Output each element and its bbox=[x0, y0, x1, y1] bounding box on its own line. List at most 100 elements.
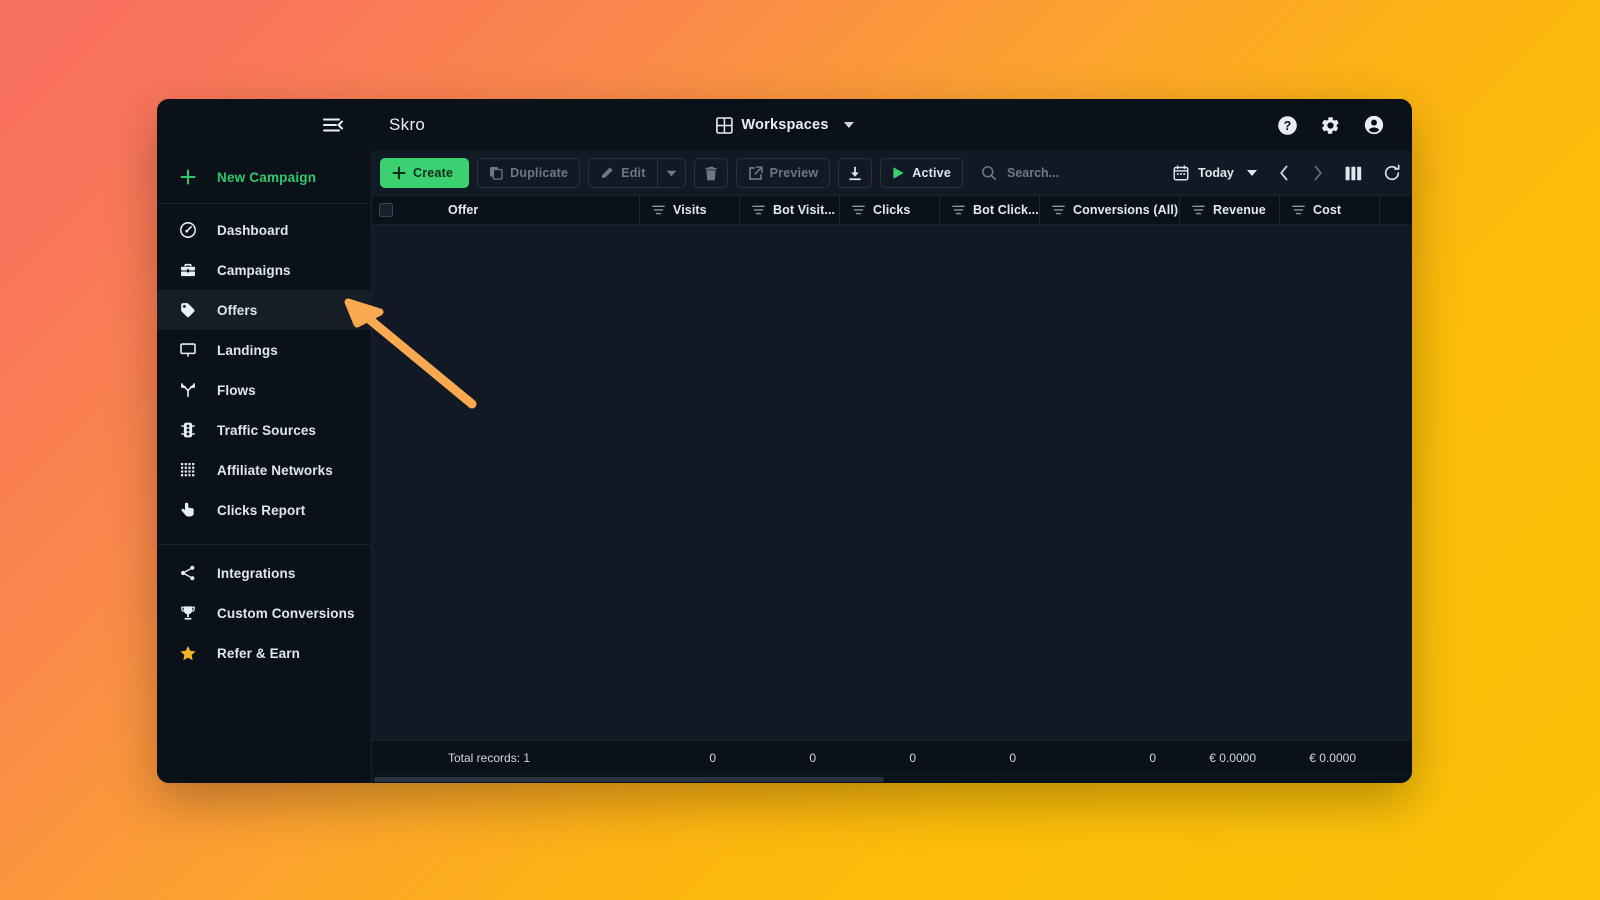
external-link-glyph bbox=[748, 165, 763, 180]
filter-icon[interactable] bbox=[752, 205, 765, 216]
gauge-icon bbox=[179, 221, 197, 239]
chevron-right-icon bbox=[1313, 165, 1323, 181]
column-header-clicks[interactable]: Clicks bbox=[840, 196, 940, 224]
download-icon bbox=[848, 166, 862, 181]
sidebar-item-label: Campaigns bbox=[217, 262, 291, 278]
filter-icon[interactable] bbox=[1192, 205, 1205, 216]
refresh-icon bbox=[1383, 164, 1401, 182]
filter-icon[interactable] bbox=[1292, 205, 1305, 216]
tag-glyph bbox=[181, 303, 195, 318]
columns-button[interactable] bbox=[1337, 158, 1371, 188]
chevron-left-glyph bbox=[1280, 165, 1288, 181]
filter-icon[interactable] bbox=[1052, 205, 1065, 216]
preview-button[interactable]: Preview bbox=[735, 158, 831, 188]
sidebar-item-label: Offers bbox=[217, 302, 258, 318]
grid-icon bbox=[715, 116, 733, 134]
sidebar-item-label: Dashboard bbox=[217, 222, 289, 238]
search-input[interactable] bbox=[1006, 166, 1157, 180]
next-period-button[interactable] bbox=[1303, 158, 1333, 188]
edit-dropdown-button[interactable] bbox=[657, 158, 686, 188]
tag-icon bbox=[179, 301, 197, 319]
search-box[interactable] bbox=[981, 165, 1157, 181]
action-toolbar: Create Duplicate Edit Preview Active Sea… bbox=[372, 151, 1412, 195]
brand-logo[interactable]: Skro bbox=[389, 115, 425, 135]
star-icon bbox=[179, 644, 197, 662]
filter-icon[interactable] bbox=[652, 205, 665, 216]
account-circle-icon[interactable] bbox=[1363, 114, 1385, 136]
help-circle-icon[interactable]: ? bbox=[1277, 115, 1298, 136]
download-button[interactable] bbox=[838, 158, 873, 188]
sidebar-item-clicks-report[interactable]: Clicks Report bbox=[157, 490, 371, 530]
duplicate-button[interactable]: Duplicate bbox=[477, 158, 581, 188]
footer-value-clicks: 0 bbox=[909, 750, 916, 765]
top-bar: Skro Workspaces ? bbox=[157, 99, 1412, 151]
workspaces-selector[interactable]: Workspaces bbox=[715, 116, 854, 134]
plus-glyph bbox=[392, 166, 406, 180]
column-header-bot-clicks[interactable]: Bot Click... bbox=[940, 196, 1040, 224]
date-range-selector[interactable]: Today bbox=[1165, 158, 1265, 188]
create-button[interactable]: Create bbox=[380, 158, 470, 188]
table-body bbox=[372, 225, 1412, 740]
grid-dots-glyph bbox=[180, 462, 194, 476]
sidebar-item-campaigns[interactable]: Campaigns bbox=[157, 250, 371, 290]
calendar-icon bbox=[1173, 165, 1189, 181]
select-all-cell[interactable] bbox=[372, 196, 400, 224]
filter-glyph bbox=[1292, 205, 1305, 214]
sidebar-item-traffic-sources[interactable]: Traffic Sources bbox=[157, 410, 371, 450]
filter-glyph bbox=[652, 205, 665, 214]
calendar-glyph bbox=[1173, 165, 1189, 181]
column-header-offer[interactable]: Offer bbox=[400, 196, 640, 224]
sidebar-item-affiliate-networks[interactable]: Affiliate Networks bbox=[157, 450, 371, 490]
horizontal-scrollbar-thumb[interactable] bbox=[374, 777, 884, 782]
gear-icon[interactable] bbox=[1320, 115, 1341, 136]
monitor-icon bbox=[179, 341, 197, 359]
edit-button-group: Edit bbox=[588, 158, 686, 188]
trophy-glyph bbox=[181, 606, 195, 620]
trash-icon bbox=[704, 166, 718, 181]
share-glyph bbox=[181, 565, 195, 581]
grid-dots-icon bbox=[179, 461, 197, 479]
chevron-down-icon bbox=[1246, 170, 1257, 176]
prev-period-button[interactable] bbox=[1269, 158, 1299, 188]
sidebar-item-dashboard[interactable]: Dashboard bbox=[157, 210, 371, 250]
sidebar-item-flows[interactable]: Flows bbox=[157, 370, 371, 410]
chevron-down-icon bbox=[666, 170, 677, 177]
refresh-button[interactable] bbox=[1375, 158, 1409, 188]
edit-label: Edit bbox=[621, 166, 646, 180]
sidebar-item-offers[interactable]: Offers bbox=[157, 290, 371, 330]
column-header-cost[interactable]: Cost bbox=[1280, 196, 1380, 224]
sidebar-primary-nav: Dashboard Campaigns Offers Landings Flow… bbox=[157, 204, 371, 530]
column-header-revenue[interactable]: Revenue bbox=[1180, 196, 1280, 224]
gear-glyph bbox=[1322, 116, 1339, 134]
select-all-checkbox[interactable] bbox=[379, 203, 393, 217]
footer-value-bot-clicks: 0 bbox=[1009, 750, 1016, 765]
column-label: Bot Click... bbox=[973, 203, 1039, 217]
column-label: Visits bbox=[673, 203, 707, 217]
column-header-conversions-all[interactable]: Conversions (All) bbox=[1040, 196, 1180, 224]
columns-glyph bbox=[1345, 166, 1362, 180]
sidebar-item-custom-conversions[interactable]: Custom Conversions bbox=[157, 593, 371, 633]
footer-value-bot-visits: 0 bbox=[809, 750, 816, 765]
app-window: Skro Workspaces ? New Campaign Dashboard… bbox=[157, 99, 1412, 783]
filter-icon[interactable] bbox=[952, 205, 965, 216]
download-glyph bbox=[849, 166, 862, 180]
sidebar-item-label: Traffic Sources bbox=[217, 422, 317, 438]
menu-collapse-icon[interactable] bbox=[313, 118, 353, 132]
edit-button[interactable]: Edit bbox=[588, 158, 658, 188]
filter-icon[interactable] bbox=[852, 205, 865, 216]
sidebar-item-integrations[interactable]: Integrations bbox=[157, 553, 371, 593]
sidebar-item-refer-and-earn[interactable]: Refer & Earn bbox=[157, 633, 371, 673]
sidebar-item-landings[interactable]: Landings bbox=[157, 330, 371, 370]
column-header-overflow[interactable] bbox=[1380, 196, 1412, 224]
filter-glyph bbox=[852, 205, 865, 214]
column-header-visits[interactable]: Visits bbox=[640, 196, 740, 224]
branch-glyph bbox=[181, 383, 195, 398]
table-footer-row: Total records: 1 0 0 0 0 0 € 0.0000 € 0.… bbox=[372, 740, 1412, 774]
horizontal-scrollbar[interactable] bbox=[372, 774, 1412, 783]
grid-glyph bbox=[715, 116, 733, 134]
delete-button[interactable] bbox=[693, 158, 728, 188]
active-filter-button[interactable]: Active bbox=[880, 158, 963, 188]
new-campaign-button[interactable]: New Campaign bbox=[157, 151, 371, 204]
column-header-bot-visits[interactable]: Bot Visit... bbox=[740, 196, 840, 224]
sidebar-item-label: Clicks Report bbox=[217, 502, 306, 518]
